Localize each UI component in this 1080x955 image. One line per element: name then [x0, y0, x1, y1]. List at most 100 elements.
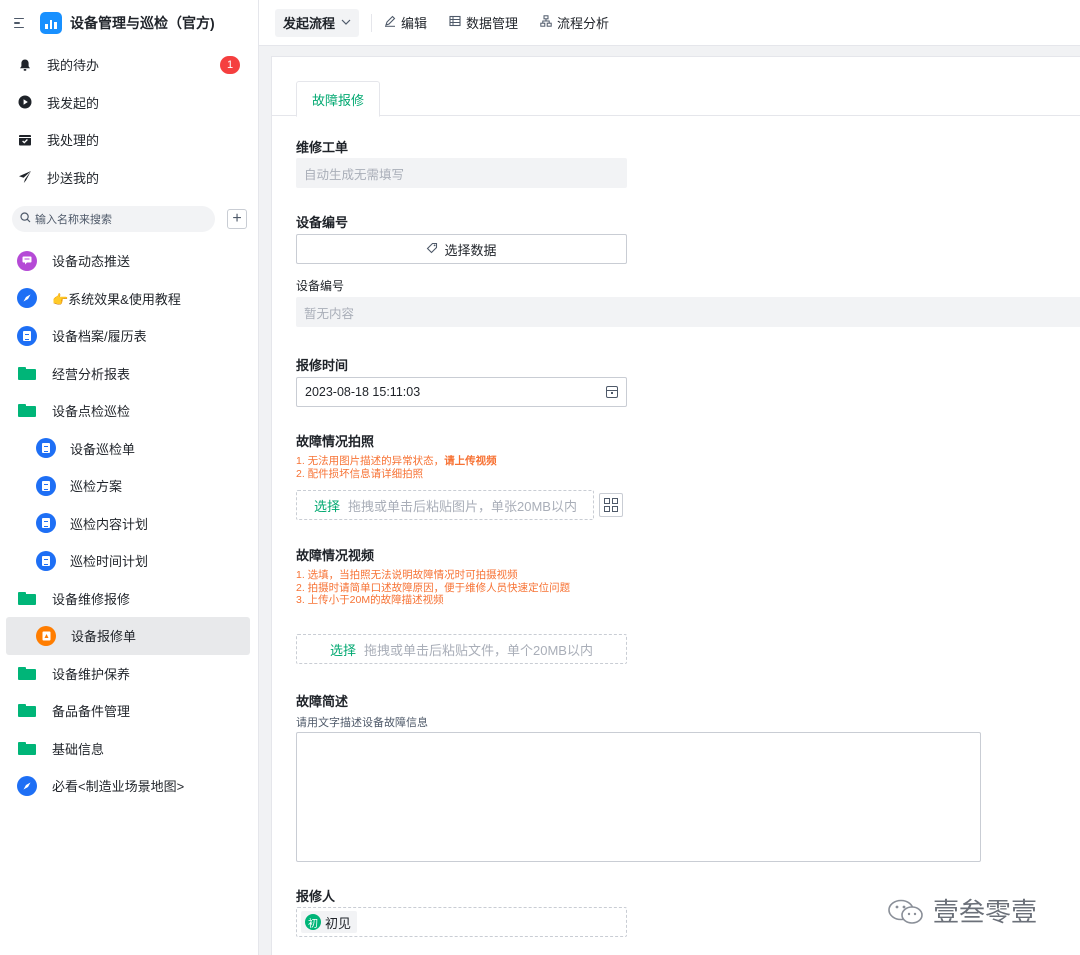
form-card: 故障报修 维修工单 自动生成无需填写 设备编号 选择数据 设备编号 暂无内容 报… — [271, 56, 1080, 955]
sidebar: 设备管理与巡检（官方) 我的待办 1 我发起的 我处理的 抄送我的 输入名称来搜… — [0, 0, 259, 955]
photo-upload-dropzone[interactable]: 选择 拖拽或单击后粘贴图片，单张20MB以内 — [296, 490, 594, 520]
flow-analysis-label: 流程分析 — [557, 16, 610, 31]
toolbar: 发起流程 编辑 数据管理 流程分析 — [259, 0, 1080, 46]
work-order-field: 自动生成无需填写 — [296, 158, 627, 188]
app-nav: 设备动态推送 👉系统效果&使用教程 设备档案/履历表 经营分析报表 设备点检巡检… — [0, 242, 258, 805]
compass-icon — [17, 288, 37, 309]
table-icon — [449, 15, 461, 30]
bell-icon — [18, 58, 32, 72]
nav-item-label: 设备报修单 — [71, 629, 137, 645]
search-icon — [20, 212, 31, 226]
video-select-link[interactable]: 选择 — [330, 640, 356, 659]
data-management-button[interactable]: 数据管理 — [449, 13, 518, 32]
quick-item-handled[interactable]: 我处理的 — [0, 121, 258, 159]
video-hint: 1. 选填，当拍照无法说明故障情况时可拍摄视频 2. 拍摄时请简单口述故障原因，… — [296, 569, 570, 607]
report-time-value: 2023-08-18 15:11:03 — [305, 385, 421, 399]
photo-drop-text: 拖拽或单击后粘贴图片，单张20MB以内 — [348, 498, 577, 514]
nav-item-inspection-folder[interactable]: 设备点检巡检 — [0, 392, 258, 430]
quick-item-label: 我处理的 — [47, 133, 100, 149]
nav-item-scene-map[interactable]: 必看<制造业场景地图> — [0, 767, 258, 805]
app-logo-icon — [40, 12, 62, 34]
folder-icon — [17, 663, 37, 683]
reporter-label: 报修人 — [296, 889, 336, 904]
video-hint-1: 1. 选填，当拍照无法说明故障情况时可拍摄视频 — [296, 569, 518, 581]
report-time-label: 报修时间 — [296, 358, 349, 373]
quick-item-label: 抄送我的 — [47, 170, 100, 186]
search-placeholder: 输入名称来搜索 — [35, 214, 112, 226]
form-icon — [36, 550, 56, 571]
wechat-icon — [887, 899, 925, 924]
folder-open-icon — [17, 401, 37, 421]
nav-item-label: 设备动态推送 — [52, 254, 131, 270]
form-icon — [36, 475, 56, 496]
search-input[interactable]: 输入名称来搜索 — [12, 206, 215, 232]
description-textarea[interactable] — [296, 732, 981, 862]
nav-item-basic-info[interactable]: 基础信息 — [0, 730, 258, 768]
form-icon — [36, 438, 56, 459]
nav-item-repair-folder[interactable]: 设备维修报修 — [0, 580, 258, 618]
start-flow-dropdown[interactable]: 发起流程 — [275, 8, 360, 37]
chevron-down-icon — [341, 17, 351, 28]
qr-code-icon[interactable] — [599, 493, 623, 517]
calendar-icon[interactable] — [606, 386, 618, 398]
nav-item-inspection-plan[interactable]: 巡检方案 — [0, 467, 258, 505]
app-title: 设备管理与巡检（官方) — [70, 15, 215, 31]
tab-repair-report[interactable]: 故障报修 — [296, 81, 380, 117]
photo-hint-2: 2. 配件损坏信息请详细拍照 — [296, 467, 424, 480]
collapse-menu-icon[interactable] — [14, 15, 30, 31]
add-button[interactable]: + — [227, 209, 247, 229]
app-header: 设备管理与巡检（官方) — [0, 0, 258, 46]
nav-item-label: 👉系统效果&使用教程 — [52, 291, 181, 307]
edit-label: 编辑 — [401, 16, 428, 31]
flow-analysis-button[interactable]: 流程分析 — [540, 13, 609, 32]
nav-item-device-push[interactable]: 设备动态推送 — [0, 242, 258, 280]
reporter-name: 初见 — [325, 915, 352, 931]
nav-item-repair-form[interactable]: 设备报修单 — [6, 617, 250, 655]
nav-item-label: 设备巡检单 — [70, 441, 136, 457]
report-time-input[interactable]: 2023-08-18 15:11:03 — [296, 377, 627, 407]
select-data-button[interactable]: 选择数据 — [296, 234, 627, 264]
data-management-label: 数据管理 — [466, 16, 519, 31]
nav-item-inspection-content-plan[interactable]: 巡检内容计划 — [0, 505, 258, 543]
todo-count-badge: 1 — [220, 56, 240, 74]
nav-item-label: 巡检内容计划 — [70, 516, 149, 532]
nav-item-spare-parts[interactable]: 备品备件管理 — [0, 692, 258, 730]
quick-item-label: 我发起的 — [47, 95, 100, 111]
message-icon — [17, 250, 37, 271]
device-no-label: 设备编号 — [296, 215, 349, 230]
reporter-field[interactable]: 初 初见 — [296, 907, 627, 937]
quick-item-todo[interactable]: 我的待办 1 — [0, 46, 258, 84]
video-label: 故障情况视频 — [296, 548, 375, 563]
folder-icon — [17, 363, 37, 383]
nav-item-label: 基础信息 — [52, 741, 105, 757]
nav-item-analysis-reports[interactable]: 经营分析报表 — [0, 355, 258, 393]
avatar: 初 — [305, 914, 321, 930]
nav-item-label: 备品备件管理 — [52, 704, 131, 720]
nav-item-maintenance[interactable]: 设备维护保养 — [0, 655, 258, 693]
photo-select-link[interactable]: 选择 — [314, 496, 340, 515]
pencil-icon — [384, 15, 396, 30]
nav-item-label: 巡检方案 — [70, 479, 123, 495]
photo-hint: 1. 无法用图片描述的异常状态，请上传视频 2. 配件损坏信息请详细拍照 — [296, 455, 497, 480]
photo-label: 故障情况拍照 — [296, 434, 375, 449]
inbox-check-icon — [18, 133, 32, 147]
reporter-tag[interactable]: 初 初见 — [301, 911, 358, 933]
start-flow-label: 发起流程 — [283, 16, 336, 31]
quick-item-initiated[interactable]: 我发起的 — [0, 84, 258, 122]
nav-item-label: 设备维修报修 — [52, 591, 131, 607]
nav-item-label: 设备维护保养 — [52, 666, 131, 682]
nav-item-tutorial[interactable]: 👉系统效果&使用教程 — [0, 280, 258, 318]
form-icon — [36, 513, 56, 534]
watermark-text: 壹叁零壹 — [933, 898, 1038, 928]
nav-item-inspection-sheet[interactable]: 设备巡检单 — [0, 430, 258, 468]
nav-item-label: 设备档案/履历表 — [52, 329, 147, 345]
quick-item-cc[interactable]: 抄送我的 — [0, 159, 258, 197]
photo-hint-1-strong: 请上传视频 — [444, 455, 497, 467]
nav-item-inspection-time-plan[interactable]: 巡检时间计划 — [0, 542, 258, 580]
nav-item-device-archive[interactable]: 设备档案/履历表 — [0, 317, 258, 355]
video-upload-dropzone[interactable]: 选择 拖拽或单击后粘贴文件，单个20MB以内 — [296, 634, 627, 664]
edit-button[interactable]: 编辑 — [384, 13, 427, 32]
device-no-sublabel: 设备编号 — [296, 279, 345, 293]
nav-item-label: 设备点检巡检 — [52, 404, 131, 420]
nav-item-label: 巡检时间计划 — [70, 554, 149, 570]
